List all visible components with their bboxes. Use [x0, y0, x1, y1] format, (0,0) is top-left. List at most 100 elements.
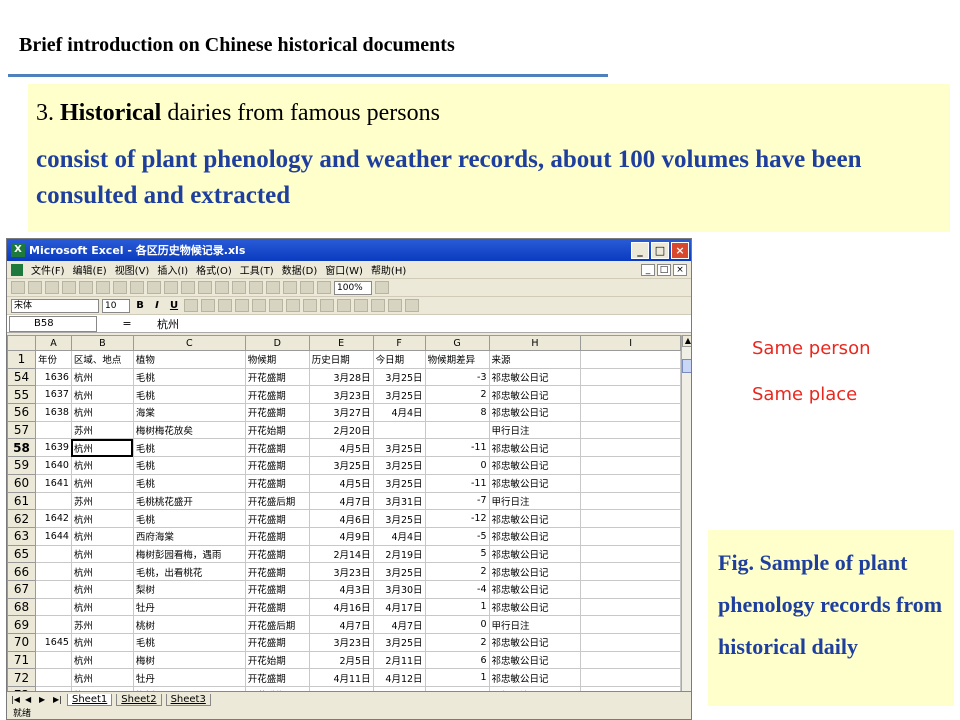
table-cell[interactable]: 祁忠敏公日记: [488, 633, 582, 652]
row-header[interactable]: 61: [7, 491, 36, 511]
table-cell[interactable]: 毛桃: [132, 385, 246, 405]
table-cell[interactable]: 开花盛期: [244, 509, 310, 528]
table-cell[interactable]: 3月25日: [372, 367, 426, 387]
table-cell[interactable]: 3月27日: [308, 403, 374, 422]
table-cell[interactable]: [34, 420, 72, 440]
font-color-icon[interactable]: [405, 299, 419, 312]
table-cell[interactable]: 4月9日: [308, 526, 374, 546]
table-cell[interactable]: 桃树: [132, 615, 246, 634]
row-header[interactable]: 68: [7, 597, 36, 617]
tab-next-icon[interactable]: ▶: [39, 695, 49, 704]
menu-help[interactable]: 帮助(H): [371, 262, 406, 277]
table-cell[interactable]: 1: [424, 597, 490, 617]
undo-icon[interactable]: [181, 281, 195, 294]
table-cell[interactable]: [580, 509, 681, 528]
table-cell[interactable]: 毛桃桃花盛开: [132, 491, 246, 511]
table-cell[interactable]: 开花盛后期: [244, 615, 310, 634]
table-cell[interactable]: 开花盛期: [244, 456, 310, 475]
column-header[interactable]: I: [580, 335, 681, 351]
table-cell[interactable]: 牡丹: [132, 668, 246, 688]
workbook-close-button[interactable]: ×: [673, 263, 687, 276]
table-cell[interactable]: 甲行日注: [488, 491, 582, 511]
table-cell[interactable]: -3: [424, 367, 490, 387]
table-cell[interactable]: 祁忠敏公日记: [488, 473, 582, 493]
tab-sheet2[interactable]: Sheet2: [116, 693, 162, 706]
row-header[interactable]: 66: [7, 562, 36, 581]
row-header[interactable]: 70: [7, 633, 36, 652]
table-cell[interactable]: 杭州: [70, 633, 134, 652]
table-cell[interactable]: 2月20日: [308, 420, 374, 440]
table-cell[interactable]: 1638: [34, 403, 72, 422]
table-cell[interactable]: 2月19日: [372, 544, 426, 564]
table-cell[interactable]: 2月14日: [308, 544, 374, 564]
table-cell[interactable]: 杭州: [70, 438, 134, 458]
column-header[interactable]: H: [488, 335, 582, 351]
table-cell[interactable]: 苏州: [70, 491, 134, 511]
tab-prev-icon[interactable]: ◀: [25, 695, 35, 704]
table-cell[interactable]: [580, 438, 681, 458]
table-cell[interactable]: 杭州: [70, 509, 134, 528]
column-header[interactable]: G: [424, 335, 490, 351]
table-cell[interactable]: 1641: [34, 473, 72, 493]
table-cell[interactable]: [34, 597, 72, 617]
table-cell[interactable]: 杭州: [70, 403, 134, 422]
table-cell[interactable]: 4月11日: [308, 668, 374, 688]
table-cell[interactable]: 植物: [132, 350, 246, 369]
table-cell[interactable]: [34, 615, 72, 634]
table-cell[interactable]: 毛桃: [132, 633, 246, 652]
row-header[interactable]: 65: [7, 544, 36, 564]
table-cell[interactable]: [580, 668, 681, 688]
table-cell[interactable]: 3月25日: [308, 456, 374, 475]
table-cell[interactable]: -12: [424, 509, 490, 528]
menu-tools[interactable]: 工具(T): [240, 262, 274, 277]
table-cell[interactable]: 杭州: [70, 473, 134, 493]
table-cell[interactable]: 梨树: [132, 579, 246, 599]
row-header[interactable]: 59: [7, 456, 36, 475]
tab-first-icon[interactable]: |◀: [11, 695, 21, 704]
table-cell[interactable]: 开花始期: [244, 650, 310, 670]
table-cell[interactable]: 毛桃: [132, 509, 246, 528]
table-cell[interactable]: 苏州: [70, 420, 134, 440]
row-header[interactable]: 67: [7, 579, 36, 599]
formula-equals[interactable]: =: [97, 317, 157, 330]
table-cell[interactable]: 杭州: [70, 562, 134, 581]
table-cell[interactable]: 开花盛期: [244, 385, 310, 405]
table-cell[interactable]: 杭州: [70, 597, 134, 617]
menu-view[interactable]: 视图(V): [115, 262, 150, 277]
table-cell[interactable]: 3月25日: [372, 562, 426, 581]
table-cell[interactable]: 4月6日: [308, 509, 374, 528]
table-cell[interactable]: 祁忠敏公日记: [488, 668, 582, 688]
table-cell[interactable]: 1645: [34, 633, 72, 652]
table-cell[interactable]: 3月25日: [372, 438, 426, 458]
scroll-thumb[interactable]: [682, 359, 691, 373]
table-cell[interactable]: 开花盛期: [244, 403, 310, 422]
row-header[interactable]: 69: [7, 615, 36, 634]
table-cell[interactable]: [424, 420, 490, 440]
font-size-select[interactable]: 10: [102, 298, 130, 313]
column-header[interactable]: A: [34, 335, 72, 351]
column-header[interactable]: C: [132, 335, 246, 351]
table-cell[interactable]: 6: [424, 650, 490, 670]
table-cell[interactable]: 开花盛期: [244, 473, 310, 493]
table-cell[interactable]: 开花盛期: [244, 367, 310, 387]
table-cell[interactable]: [580, 367, 681, 387]
align-center-icon[interactable]: [201, 299, 215, 312]
scroll-up-icon[interactable]: ▲: [682, 335, 691, 347]
table-cell[interactable]: [580, 526, 681, 546]
row-header[interactable]: 57: [7, 420, 36, 440]
table-cell[interactable]: 1639: [34, 438, 72, 458]
table-cell[interactable]: -11: [424, 473, 490, 493]
table-cell[interactable]: 1: [424, 668, 490, 688]
table-cell[interactable]: 3月25日: [372, 473, 426, 493]
table-cell[interactable]: 3月25日: [372, 385, 426, 405]
table-cell[interactable]: [580, 350, 681, 369]
row-header[interactable]: 72: [7, 668, 36, 688]
table-cell[interactable]: 物候期差异: [424, 350, 490, 369]
menu-edit[interactable]: 编辑(E): [73, 262, 107, 277]
table-cell[interactable]: 开花盛期: [244, 438, 310, 458]
new-icon[interactable]: [11, 281, 25, 294]
table-cell[interactable]: 3月28日: [308, 367, 374, 387]
table-cell[interactable]: 开花盛期: [244, 597, 310, 617]
name-box[interactable]: B58: [9, 315, 97, 332]
table-cell[interactable]: -5: [424, 526, 490, 546]
